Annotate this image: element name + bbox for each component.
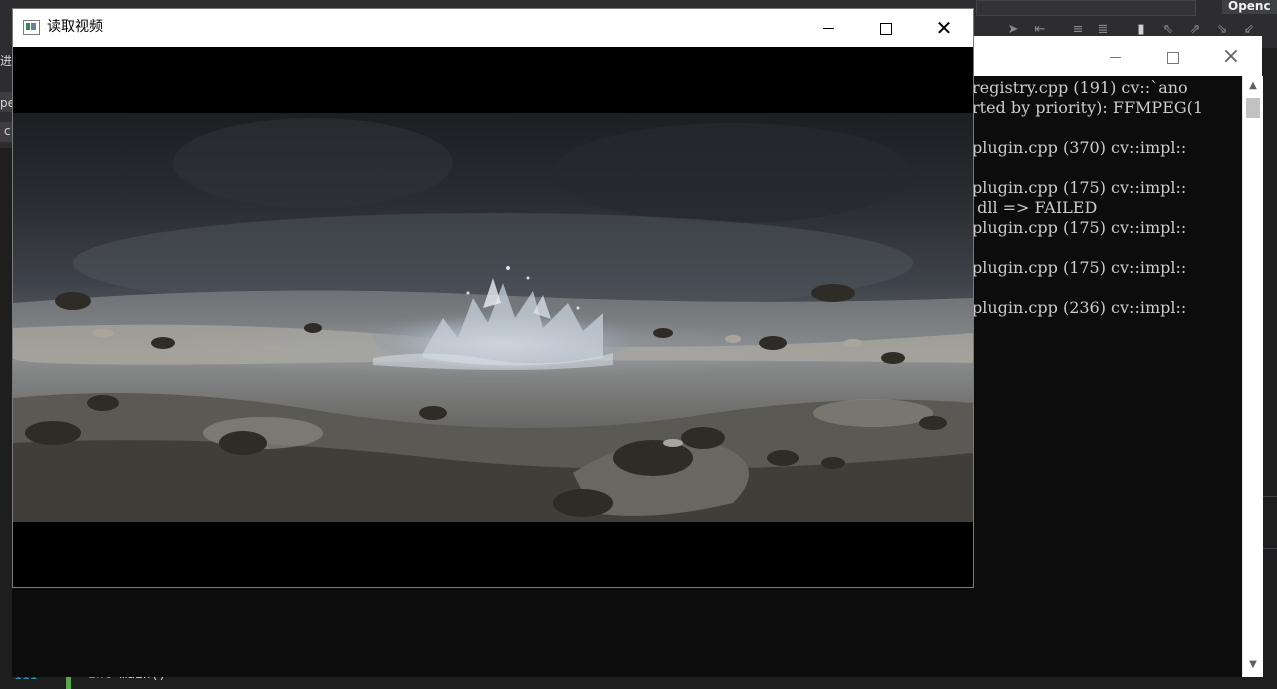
minimize-icon xyxy=(1109,57,1121,58)
scroll-up-icon[interactable]: ▲ xyxy=(1243,78,1263,94)
project-title: Openc xyxy=(1222,0,1277,14)
console-line: plugin.cpp (236) cv::impl:: xyxy=(972,298,1187,317)
left-char-3: c xyxy=(4,124,11,138)
console-line: plugin.cpp (175) cv::impl:: xyxy=(972,218,1187,237)
solution-config-combo[interactable] xyxy=(976,0,1196,16)
app-icon xyxy=(23,20,40,35)
vs-left-strip: 进 pe c xyxy=(0,48,15,148)
console-close-button[interactable]: × xyxy=(1208,42,1254,72)
video-window[interactable]: 读取视频 ✕ xyxy=(12,8,974,588)
window-title: 读取视频 xyxy=(47,19,103,35)
scroll-down-icon[interactable]: ▼ xyxy=(1243,657,1263,673)
console-line: plugin.cpp (175) cv::impl:: xyxy=(972,178,1187,197)
minimize-icon xyxy=(822,28,834,29)
console-output: registry.cpp (191) cv::`ano rted by prior… xyxy=(972,78,1244,638)
scroll-thumb[interactable] xyxy=(1246,98,1260,118)
left-char-1: 进 xyxy=(0,54,13,68)
video-close-button[interactable]: ✕ xyxy=(921,13,967,43)
console-line: plugin.cpp (175) cv::impl:: xyxy=(972,258,1187,277)
water-splash-video-frame xyxy=(13,113,973,522)
video-frame xyxy=(13,113,973,522)
console-line: dll => FAILED xyxy=(972,198,1098,217)
close-icon: ✕ xyxy=(935,16,953,40)
video-maximize-button[interactable] xyxy=(863,13,909,43)
console-line: plugin.cpp (370) cv::impl:: xyxy=(972,138,1187,157)
console-line: registry.cpp (191) cv::`ano xyxy=(972,78,1188,97)
desktop: Openc ➤ ⇤ ≡ ≣ ▮ ⇖ ⇗ ⇘ ⇙ 进 pe c 107 108 1… xyxy=(0,0,1277,689)
video-minimize-button[interactable] xyxy=(805,13,851,43)
maximize-icon xyxy=(880,22,892,35)
console-scrollbar[interactable]: ▲ ▼ xyxy=(1242,76,1263,677)
maximize-icon xyxy=(1167,51,1179,64)
video-titlebar[interactable]: 读取视频 ✕ xyxy=(13,9,973,47)
console-minimize-button[interactable] xyxy=(1092,42,1138,72)
console-line: rted by priority): FFMPEG(1 xyxy=(972,98,1204,117)
console-maximize-button[interactable] xyxy=(1150,42,1196,72)
close-icon: × xyxy=(1221,44,1241,69)
